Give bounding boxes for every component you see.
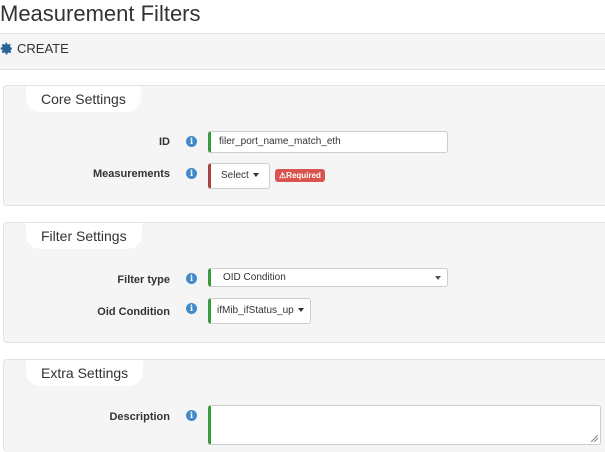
oid-condition-select-button[interactable]: ifMib_ifStatus_up: [208, 298, 311, 324]
filter-type-value: OID Condition: [223, 272, 286, 283]
measurements-select-label: Select: [221, 170, 249, 181]
resize-grip-icon[interactable]: [591, 435, 598, 442]
page-title: Measurement Filters: [0, 1, 201, 26]
create-label: CREATE: [17, 41, 69, 56]
measurements-select-button[interactable]: Select: [208, 163, 270, 189]
filter-type-select[interactable]: OID Condition: [208, 268, 448, 287]
extra-settings-legend: Extra Settings: [26, 360, 144, 386]
info-icon[interactable]: i: [186, 303, 197, 314]
caret-down-icon: [252, 173, 259, 178]
gear-icon: [0, 42, 12, 55]
id-row: ID i filer_port_name_match_eth: [4, 131, 604, 155]
core-settings-legend: Core Settings: [26, 86, 141, 112]
measurements-row: Measurements i Select ⚠Required: [4, 163, 604, 189]
id-label: ID: [159, 136, 170, 148]
info-icon[interactable]: i: [186, 273, 197, 284]
select-arrow-icon: [435, 276, 441, 280]
filter-settings-legend: Filter Settings: [26, 223, 142, 249]
info-icon[interactable]: i: [186, 410, 197, 421]
description-label: Description: [109, 411, 170, 423]
oid-condition-row: Oid Condition i ifMib_ifStatus_up: [4, 298, 604, 324]
oid-condition-select-label: ifMib_ifStatus_up: [217, 305, 294, 316]
toolbar: CREATE: [0, 33, 605, 70]
id-input[interactable]: filer_port_name_match_eth: [208, 131, 448, 153]
filter-settings-panel: Filter Settings Filter type i OID Condit…: [3, 222, 605, 343]
caret-down-icon: [297, 308, 304, 313]
required-badge-label: Required: [286, 171, 321, 180]
info-icon[interactable]: i: [186, 168, 197, 179]
extra-settings-panel: Extra Settings Description i: [3, 359, 605, 452]
info-icon[interactable]: i: [186, 136, 197, 147]
filter-type-label: Filter type: [117, 274, 170, 286]
create-button[interactable]: CREATE: [0, 41, 69, 56]
oid-condition-label: Oid Condition: [97, 306, 170, 318]
required-badge: ⚠Required: [275, 169, 325, 182]
filter-type-row: Filter type i OID Condition: [4, 268, 604, 292]
description-row: Description i: [4, 405, 604, 447]
description-textarea[interactable]: [208, 405, 601, 445]
core-settings-panel: Core Settings ID i filer_port_name_match…: [3, 85, 605, 206]
measurements-label: Measurements: [92, 168, 170, 180]
